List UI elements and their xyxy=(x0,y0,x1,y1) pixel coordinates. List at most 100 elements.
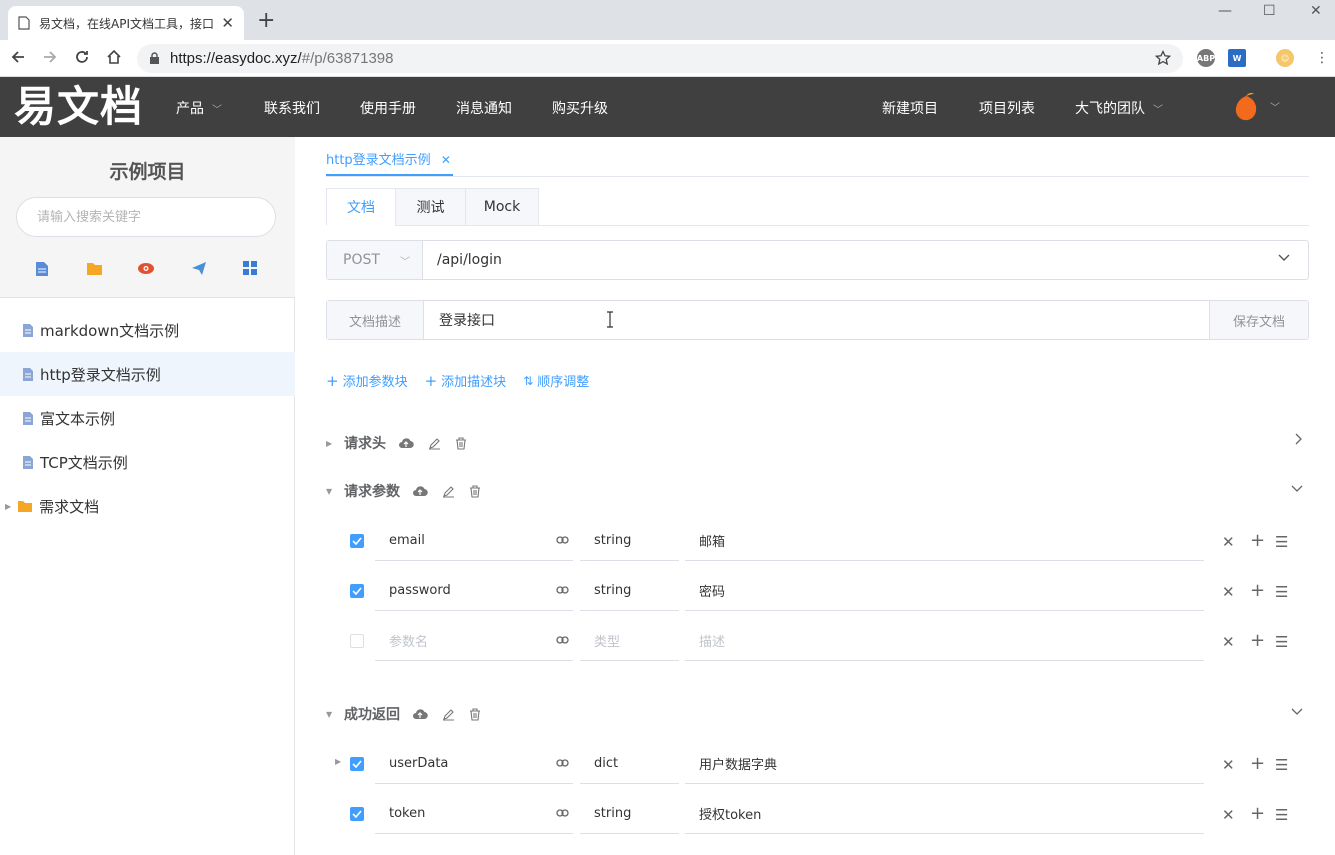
nav-item-team[interactable]: 大飞的团队 ﹀ xyxy=(1075,98,1163,118)
link-icon[interactable] xyxy=(556,586,569,594)
edit-icon[interactable] xyxy=(442,485,455,498)
param-desc-field[interactable]: 描述 xyxy=(685,621,1204,661)
search-input[interactable] xyxy=(16,197,276,237)
sidebar-item-tcp[interactable]: TCP文档示例 xyxy=(0,440,295,484)
drag-handle-icon[interactable]: ☰ xyxy=(1275,806,1288,824)
url-input[interactable] xyxy=(423,241,1308,279)
apps-grid-icon[interactable] xyxy=(243,261,257,275)
expanded-arrow-icon[interactable]: ▼ xyxy=(326,710,344,719)
param-enabled-checkbox[interactable] xyxy=(350,807,364,821)
param-desc-field[interactable]: 用户数据字典 xyxy=(685,744,1204,784)
reorder-button[interactable]: ⇅ 顺序调整 xyxy=(523,371,589,391)
nav-item-contact[interactable]: 联系我们 xyxy=(264,98,320,118)
param-type-field[interactable]: string xyxy=(580,521,679,561)
param-desc-field[interactable]: 授权token xyxy=(685,794,1204,834)
remove-row-icon[interactable]: ✕ xyxy=(1222,583,1235,601)
tab-mock[interactable]: Mock xyxy=(465,188,539,226)
collapsed-arrow-icon[interactable]: ▶ xyxy=(326,439,344,448)
new-tab-button[interactable]: + xyxy=(257,10,275,32)
method-select[interactable]: POST ﹀ xyxy=(327,241,423,279)
reload-icon[interactable] xyxy=(74,49,90,65)
add-desc-block-button[interactable]: + 添加描述块 xyxy=(425,371,507,391)
add-row-icon[interactable]: + xyxy=(1250,630,1265,651)
delete-icon[interactable] xyxy=(455,436,467,450)
close-window-button[interactable]: ✕ xyxy=(1310,3,1322,19)
minimize-window-button[interactable]: — xyxy=(1218,3,1232,19)
back-icon[interactable] xyxy=(10,49,26,65)
param-desc-field[interactable]: 邮箱 xyxy=(685,521,1204,561)
close-tab-icon[interactable]: ✕ xyxy=(441,153,451,167)
sidebar-item-richtext[interactable]: 富文本示例 xyxy=(0,396,295,440)
share-send-icon[interactable] xyxy=(191,261,207,276)
remove-row-icon[interactable]: ✕ xyxy=(1222,806,1235,824)
adblock-extension-icon[interactable]: ABP xyxy=(1197,49,1215,67)
site-logo[interactable]: 易文档 xyxy=(14,81,143,133)
edit-icon[interactable] xyxy=(428,437,441,450)
param-name-field[interactable]: 参数名 xyxy=(375,621,573,661)
link-icon[interactable] xyxy=(556,536,569,544)
param-enabled-checkbox[interactable] xyxy=(350,584,364,598)
new-doc-icon[interactable] xyxy=(35,261,49,277)
param-type-field[interactable]: string xyxy=(580,571,679,611)
browser-menu-icon[interactable]: ⋮ xyxy=(1315,50,1329,66)
url-field[interactable]: https://easydoc.xyz/#/p/63871398 xyxy=(137,44,1183,73)
link-icon[interactable] xyxy=(556,809,569,817)
param-type-field[interactable]: dict xyxy=(580,744,679,784)
close-tab-icon[interactable]: ✕ xyxy=(221,14,234,32)
param-enabled-checkbox[interactable] xyxy=(350,634,364,648)
add-param-block-button[interactable]: + 添加参数块 xyxy=(326,371,408,391)
nav-item-new-project[interactable]: 新建项目 xyxy=(882,98,938,118)
nav-item-project-list[interactable]: 项目列表 xyxy=(979,98,1035,118)
add-row-icon[interactable]: + xyxy=(1250,803,1265,824)
url-history-chevron-icon[interactable] xyxy=(1278,254,1290,262)
param-enabled-checkbox[interactable] xyxy=(350,757,364,771)
remove-row-icon[interactable]: ✕ xyxy=(1222,533,1235,551)
chevron-down-icon[interactable] xyxy=(1291,708,1303,716)
param-name-field[interactable]: email xyxy=(375,521,573,561)
cloud-upload-icon[interactable] xyxy=(412,485,428,497)
expand-arrow-icon[interactable]: ▶ xyxy=(335,757,341,766)
param-type-field[interactable]: string xyxy=(580,794,679,834)
word-extension-icon[interactable]: W xyxy=(1228,49,1246,67)
sidebar-item-markdown[interactable]: markdown文档示例 xyxy=(0,308,295,352)
param-desc-field[interactable]: 密码 xyxy=(685,571,1204,611)
doc-tab-http-login[interactable]: http登录文档示例 ✕ xyxy=(326,149,453,176)
add-row-icon[interactable]: + xyxy=(1250,580,1265,601)
param-type-field[interactable]: 类型 xyxy=(580,621,679,661)
add-row-icon[interactable]: + xyxy=(1250,530,1265,551)
delete-icon[interactable] xyxy=(469,484,481,498)
param-enabled-checkbox[interactable] xyxy=(350,534,364,548)
drag-handle-icon[interactable]: ☰ xyxy=(1275,633,1288,651)
nav-item-notifications[interactable]: 消息通知 xyxy=(456,98,512,118)
home-icon[interactable] xyxy=(106,49,122,65)
chevron-down-icon[interactable] xyxy=(1291,485,1303,493)
sidebar-item-requirements[interactable]: ▶ 需求文档 xyxy=(0,484,295,528)
browser-tab[interactable]: 易文档，在线API文档工具，接口... ✕ xyxy=(8,6,244,40)
save-doc-button[interactable]: 保存文档 xyxy=(1209,301,1308,339)
expanded-arrow-icon[interactable]: ▼ xyxy=(326,487,344,496)
drag-handle-icon[interactable]: ☰ xyxy=(1275,533,1288,551)
maximize-window-button[interactable]: ☐ xyxy=(1263,3,1276,19)
cloud-upload-icon[interactable] xyxy=(412,708,428,720)
link-icon[interactable] xyxy=(556,636,569,644)
profile-avatar-icon[interactable]: ☺ xyxy=(1276,49,1294,67)
delete-icon[interactable] xyxy=(469,707,481,721)
link-icon[interactable] xyxy=(556,759,569,767)
tab-test[interactable]: 测试 xyxy=(395,188,466,226)
avatar-chevron-down-icon[interactable]: ﹀ xyxy=(1270,99,1280,114)
nav-item-product[interactable]: 产品 ﹀ xyxy=(176,98,222,118)
new-folder-icon[interactable] xyxy=(86,261,103,276)
param-name-field[interactable]: userData xyxy=(375,744,573,784)
sidebar-item-http-login[interactable]: http登录文档示例 xyxy=(0,352,295,396)
user-avatar[interactable] xyxy=(1232,92,1260,124)
expand-arrow-icon[interactable]: ▶ xyxy=(5,502,11,511)
bookmark-star-icon[interactable] xyxy=(1155,50,1171,66)
remove-row-icon[interactable]: ✕ xyxy=(1222,633,1235,651)
nav-item-upgrade[interactable]: 购买升级 xyxy=(552,98,608,118)
param-name-field[interactable]: token xyxy=(375,794,573,834)
nav-item-manual[interactable]: 使用手册 xyxy=(360,98,416,118)
add-row-icon[interactable]: + xyxy=(1250,753,1265,774)
drag-handle-icon[interactable]: ☰ xyxy=(1275,583,1288,601)
preview-eye-icon[interactable] xyxy=(137,261,155,276)
forward-icon[interactable] xyxy=(42,49,58,65)
